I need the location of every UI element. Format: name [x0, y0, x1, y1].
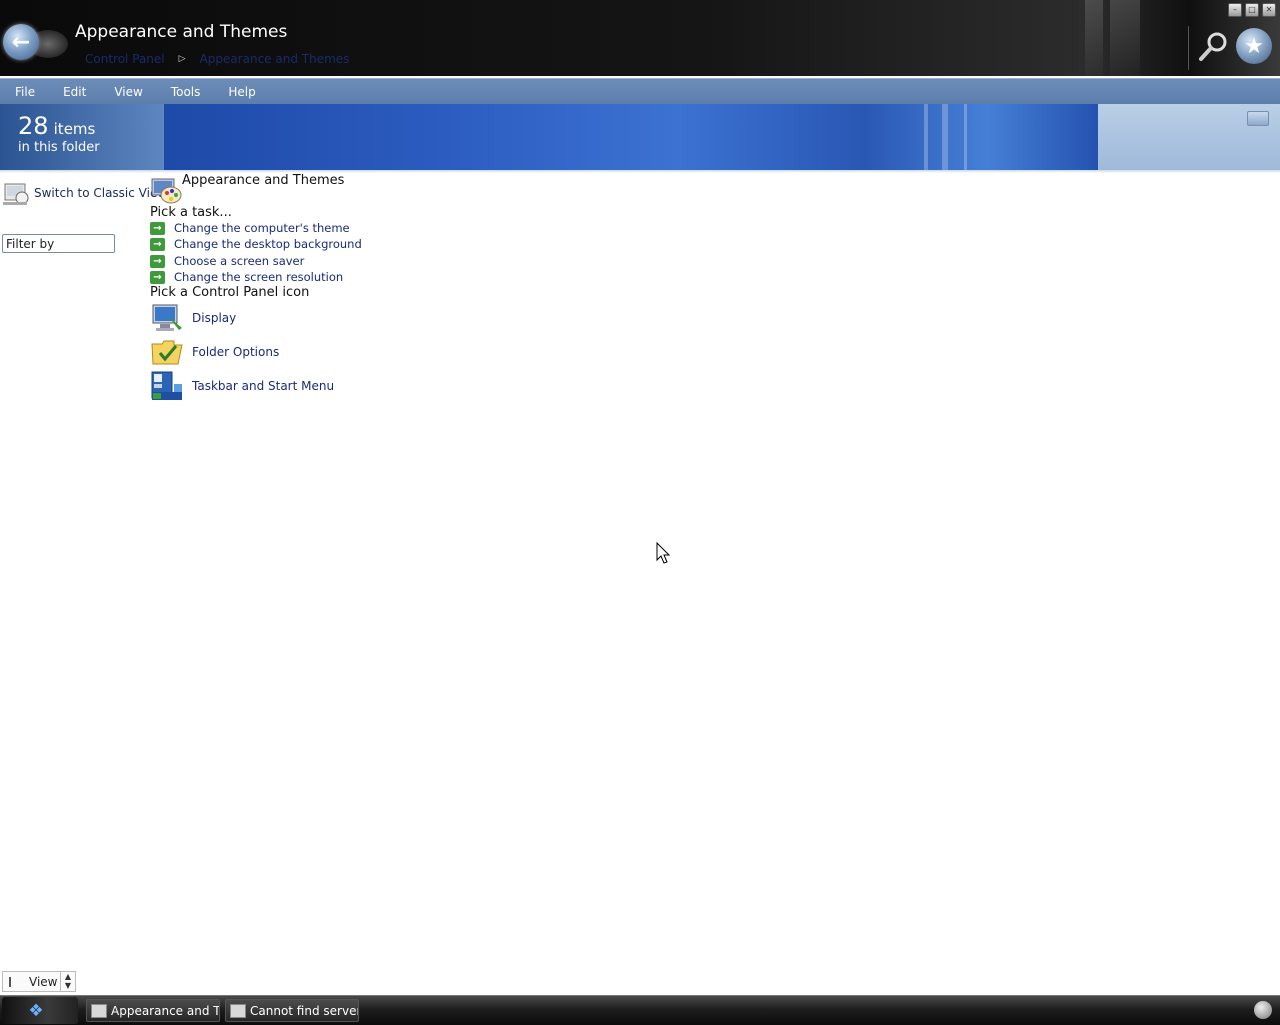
- item-count-subtitle: in this folder: [18, 140, 100, 155]
- breadcrumb-item[interactable]: Appearance and Themes: [200, 52, 350, 66]
- system-tray-icon[interactable]: [1254, 1001, 1272, 1019]
- menu-view[interactable]: View: [99, 85, 155, 99]
- green-arrow-icon: →: [150, 254, 165, 268]
- view-spinner-icon[interactable]: ▲ ▼: [60, 972, 75, 991]
- window-title: Appearance and Themes: [75, 22, 288, 42]
- task-label: Change the desktop background: [174, 237, 362, 251]
- green-arrow-icon: →: [150, 221, 165, 235]
- control-panel-item-label: Taskbar and Start Menu: [192, 379, 335, 393]
- menu-bar: File Edit View Tools Help: [0, 78, 1280, 105]
- folder-header: 28 items in this folder: [0, 104, 1280, 170]
- item-count-number: 28: [18, 112, 49, 140]
- taskbar: ❖ Appearance and T... Cannot find server: [0, 995, 1280, 1025]
- folder-options-icon: [151, 340, 183, 365]
- menu-tools[interactable]: Tools: [156, 85, 214, 99]
- title-bar-streak: [1085, 0, 1103, 76]
- breadcrumb-item[interactable]: Control Panel: [85, 52, 165, 66]
- taskbar-icon: [151, 371, 182, 400]
- menu-help[interactable]: Help: [213, 85, 268, 99]
- search-icon[interactable]: [1196, 30, 1230, 64]
- title-bar-streak: [1110, 0, 1140, 76]
- task-link[interactable]: → Change the computer's theme: [150, 221, 350, 235]
- back-button[interactable]: ←: [3, 24, 39, 60]
- task-heading: Pick a task...: [150, 205, 232, 220]
- taskbar-button-label: Cannot find server: [250, 1003, 359, 1018]
- collapse-header-button[interactable]: [1247, 111, 1269, 126]
- control-panel-item-display[interactable]: Display: [150, 302, 236, 334]
- icon-heading: Pick a Control Panel icon: [150, 285, 310, 300]
- taskbar-button-appearance[interactable]: Appearance and T...: [86, 999, 220, 1022]
- green-arrow-icon: →: [150, 270, 165, 284]
- start-button[interactable]: ❖: [2, 997, 78, 1024]
- taskbar-button-label: Appearance and T...: [111, 1003, 220, 1018]
- star-icon: ★: [1244, 33, 1264, 59]
- task-link[interactable]: → Choose a screen saver: [150, 254, 304, 268]
- menu-edit[interactable]: Edit: [48, 85, 99, 99]
- taskbar-button-browser[interactable]: Cannot find server: [225, 999, 359, 1022]
- header-ray: [942, 104, 948, 170]
- view-selector-label: View: [29, 974, 58, 989]
- menu-file[interactable]: File: [0, 85, 48, 99]
- view-list-icon: [9, 976, 23, 987]
- task-label: Change the computer's theme: [174, 221, 350, 235]
- control-panel-item-folder-options[interactable]: Folder Options: [150, 336, 279, 368]
- view-selector[interactable]: View ▲ ▼: [2, 971, 76, 992]
- maximize-button[interactable]: □: [1245, 3, 1259, 17]
- switch-classic-view-label: Switch to Classic View: [34, 186, 168, 200]
- close-button[interactable]: ✕: [1262, 3, 1276, 17]
- mouse-cursor-icon: [656, 542, 671, 564]
- windows-logo-icon: ❖: [28, 1001, 44, 1021]
- control-panel-item-label: Folder Options: [192, 345, 280, 359]
- window-controls: – □ ✕: [1228, 3, 1276, 17]
- appearance-themes-icon: [151, 178, 182, 204]
- minimize-button[interactable]: –: [1228, 3, 1242, 17]
- back-arrow-icon: ←: [11, 29, 31, 55]
- item-count: 28 items: [18, 112, 95, 140]
- title-divider: [1188, 26, 1189, 70]
- control-panel-icon: [91, 1003, 107, 1018]
- title-bar: ← Appearance and Themes Control Panel ▷ …: [0, 0, 1280, 76]
- switch-classic-view-link[interactable]: Switch to Classic View: [2, 178, 167, 208]
- control-panel-item-label: Display: [192, 311, 237, 325]
- display-icon: [152, 304, 182, 331]
- page-title: Appearance and Themes: [182, 173, 345, 188]
- task-link[interactable]: → Change the screen resolution: [150, 270, 343, 284]
- header-ray: [924, 104, 928, 170]
- header-band: [164, 104, 1098, 170]
- item-count-unit: items: [53, 120, 96, 138]
- favorites-button[interactable]: ★: [1236, 28, 1272, 64]
- green-arrow-icon: →: [150, 237, 165, 251]
- task-label: Choose a screen saver: [174, 254, 305, 268]
- control-panel-icon: [3, 183, 29, 205]
- header-ray: [964, 104, 967, 170]
- breadcrumb: Control Panel ▷ Appearance and Themes: [85, 52, 349, 66]
- browser-icon: [230, 1003, 246, 1018]
- task-label: Change the screen resolution: [174, 270, 344, 284]
- filter-input[interactable]: Filter by: [2, 234, 115, 253]
- task-link[interactable]: → Change the desktop background: [150, 237, 362, 251]
- breadcrumb-separator-icon: ▷: [178, 54, 186, 64]
- control-panel-item-taskbar[interactable]: Taskbar and Start Menu: [150, 370, 334, 402]
